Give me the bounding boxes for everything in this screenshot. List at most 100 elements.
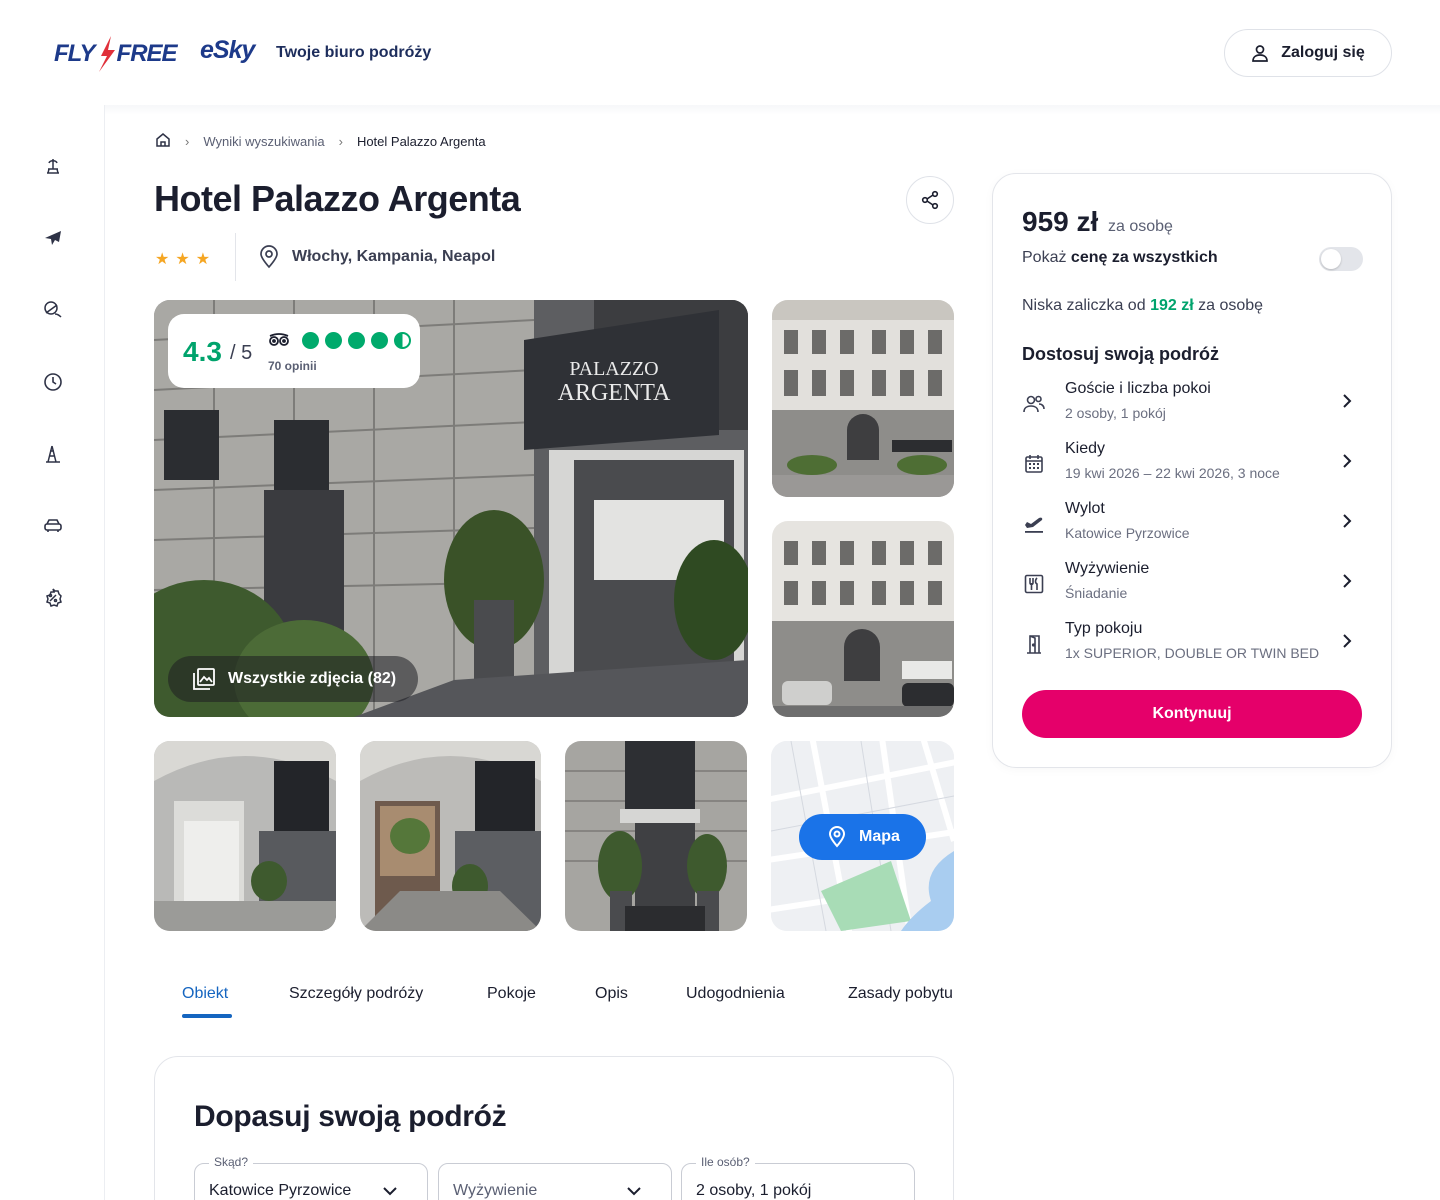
departure-icon [1022, 512, 1046, 536]
chevron-down-icon [383, 1187, 397, 1196]
adjust-trip-title: Dostosuj swoją podróż [1022, 344, 1220, 364]
clock-icon[interactable] [42, 371, 64, 393]
field-value: 2 osoby, 1 pokój [696, 1182, 812, 1199]
car-icon[interactable] [42, 515, 64, 537]
flyfree-logo-text-a: FLY [54, 40, 96, 67]
beach-icon[interactable] [42, 155, 64, 177]
all-photos-button[interactable]: Wszystkie zdjęcia (82) [168, 656, 418, 702]
tab-opis[interactable]: Opis [595, 985, 628, 1003]
chevron-right-icon [1343, 574, 1352, 588]
chevron-right-icon: › [338, 134, 343, 149]
sidebar [0, 105, 105, 1200]
hotel-photo-2[interactable] [772, 300, 954, 497]
divider [235, 233, 236, 281]
door-icon [1022, 632, 1046, 656]
breadcrumb-item-results[interactable]: Wyniki wyszukiwania [203, 134, 324, 149]
map-button[interactable]: Mapa [799, 814, 926, 860]
bubble-full [371, 332, 388, 349]
island-icon[interactable] [42, 299, 64, 321]
svg-text:ARGENTA: ARGENTA [558, 380, 671, 406]
share-button[interactable] [906, 176, 954, 224]
departure-select[interactable]: Skąd? Katowice Pyrzowice [194, 1155, 428, 1200]
top-band [105, 105, 1440, 115]
tab-udogodnienia[interactable]: Udogodnienia [686, 985, 785, 1003]
landmark-icon[interactable] [42, 443, 64, 465]
option-room-type[interactable]: Typ pokoju 1x SUPERIOR, DOUBLE OR TWIN B… [1022, 620, 1362, 672]
tab-obiekt[interactable]: Obiekt [182, 985, 228, 1003]
deposit-amount: 192 zł [1150, 297, 1194, 314]
meal-select[interactable]: Wyżywienie [438, 1163, 672, 1200]
guests-select[interactable]: Ile osób? 2 osoby, 1 pokój [681, 1155, 915, 1200]
price-card: 959 zł za osobę Pokaż cenę za wszystkich… [992, 173, 1392, 768]
option-guests[interactable]: Goście i liczba pokoi 2 osoby, 1 pokój [1022, 380, 1362, 432]
field-label: Skąd? [209, 1155, 254, 1169]
star-icon: ★ [155, 251, 170, 268]
star-rating: ★ ★ ★ [155, 249, 210, 269]
chevron-right-icon [1343, 514, 1352, 528]
option-departure[interactable]: Wylot Katowice Pyrzowice [1022, 500, 1362, 552]
hotel-photo-3[interactable] [772, 521, 954, 717]
chevron-right-icon [1343, 454, 1352, 468]
star-icon: ★ [195, 251, 211, 268]
total-price-toggle[interactable] [1319, 247, 1363, 271]
hotel-photo-5[interactable] [360, 741, 541, 931]
home-icon[interactable] [155, 132, 171, 151]
option-title: Wylot [1065, 500, 1105, 517]
plane-icon[interactable] [42, 227, 64, 249]
chevron-down-icon [627, 1187, 641, 1196]
chevron-right-icon [1343, 394, 1352, 408]
active-tab-indicator [182, 1014, 232, 1018]
toggle-knob [1321, 249, 1341, 269]
bubble-half [394, 332, 411, 349]
option-value: Katowice Pyrzowice [1065, 525, 1190, 541]
esky-logo[interactable]: eSky [200, 36, 255, 65]
option-meal[interactable]: Wyżywienie Śniadanie [1022, 560, 1362, 612]
rating-scale: / 5 [230, 342, 253, 364]
tripadvisor-bubbles [302, 332, 411, 349]
tab-szczegoly-podrozy[interactable]: Szczegóły podróży [289, 985, 423, 1003]
discount-icon[interactable] [42, 587, 64, 609]
deposit-prefix: Niska zaliczka od [1022, 297, 1146, 314]
field-value: Katowice Pyrzowice [209, 1182, 352, 1199]
option-value: 2 osoby, 1 pokój [1065, 405, 1166, 421]
breadcrumb-item-current: Hotel Palazzo Argenta [356, 134, 486, 149]
tab-pokoje[interactable]: Pokoje [487, 985, 536, 1003]
option-value: 1x SUPERIOR, DOUBLE OR TWIN BED [1065, 645, 1320, 661]
flyfree-logo[interactable]: FLY FREE [54, 36, 178, 72]
deposit-info: Niska zaliczka od 192 zł za osobę [1022, 297, 1263, 315]
customize-trip-card: Dopasuj swoją podróż Skąd? Katowice Pyrz… [154, 1056, 954, 1200]
hotel-photo-6[interactable] [565, 741, 747, 931]
share-icon [921, 190, 939, 210]
chevron-right-icon [1343, 634, 1352, 648]
hotel-photo-4[interactable] [154, 741, 336, 931]
user-icon [1252, 45, 1269, 62]
continue-button[interactable]: Kontynuuj [1022, 690, 1362, 738]
tab-zasady-pobytu[interactable]: Zasady pobytu [848, 985, 953, 1003]
option-title: Goście i liczba pokoi [1065, 380, 1211, 397]
reviews-count: 70 opinii [268, 359, 317, 373]
deposit-suffix: za osobę [1198, 297, 1264, 314]
login-button[interactable]: Zaloguj się [1224, 29, 1392, 77]
rating-card[interactable]: 4.3 / 5 70 opinii [168, 314, 420, 388]
site-header: FLY FREE eSky Twoje biuro podróży Zalogu… [0, 0, 1440, 105]
location-pin-icon [828, 826, 846, 848]
guests-icon [1022, 392, 1046, 416]
rating-score: 4.3 [183, 336, 222, 367]
star-icon: ★ [175, 251, 190, 268]
breadcrumb: › Wyniki wyszukiwania › Hotel Palazzo Ar… [155, 132, 486, 151]
price-unit: za osobę [1108, 218, 1173, 235]
option-dates[interactable]: Kiedy 19 kwi 2026 – 22 kwi 2026, 3 noce [1022, 440, 1362, 492]
bubble-full [348, 332, 365, 349]
option-title: Kiedy [1065, 440, 1106, 457]
flyfree-logo-mark [95, 36, 117, 72]
hotel-location[interactable]: Włochy, Kampania, Neapol [258, 245, 495, 269]
toggle-prefix: Pokaż [1022, 249, 1067, 266]
page-title: Hotel Palazzo Argenta [154, 178, 521, 219]
bubble-full [302, 332, 319, 349]
calendar-icon [1022, 452, 1046, 476]
svg-text:PALAZZO: PALAZZO [569, 358, 658, 380]
toggle-bold: cenę za wszystkich [1070, 249, 1218, 266]
tripadvisor-icon [268, 332, 290, 353]
price-per-person: 959 zł [1022, 206, 1099, 237]
login-label: Zaloguj się [1281, 44, 1365, 61]
